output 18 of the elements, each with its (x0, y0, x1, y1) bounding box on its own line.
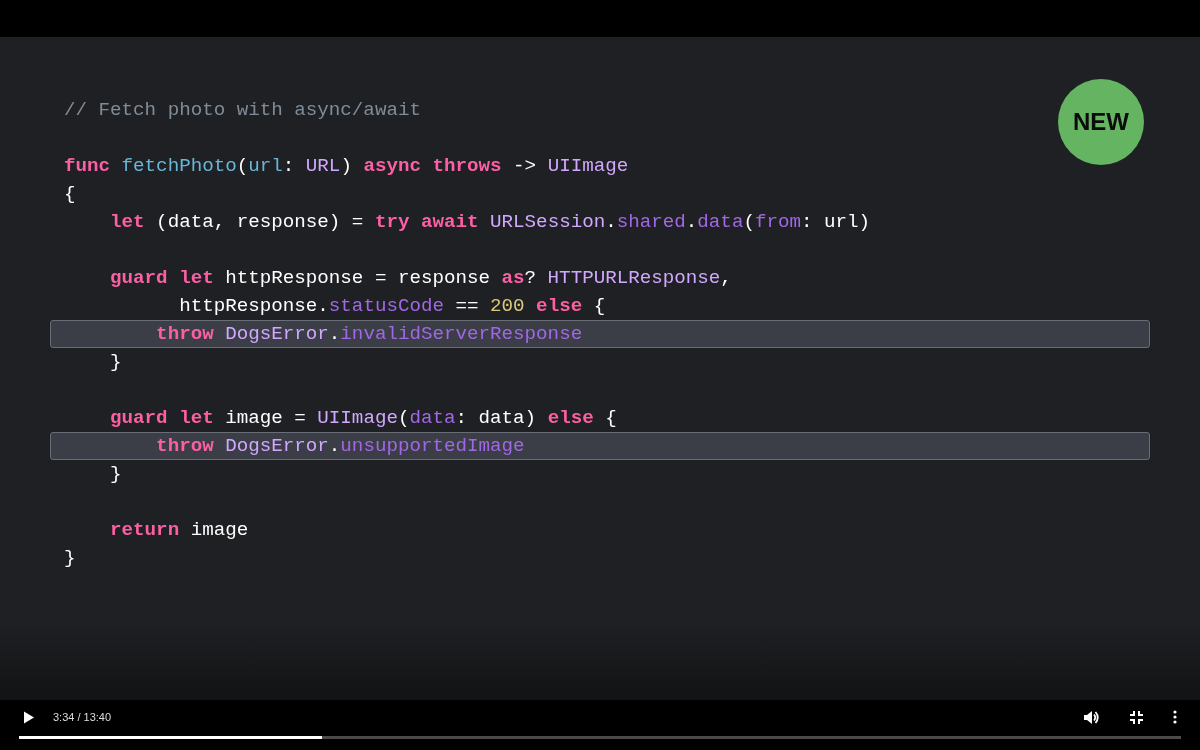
more-icon (1173, 710, 1177, 724)
speaker-icon (1083, 709, 1100, 725)
code-line: return image (109, 518, 250, 543)
code-line: } (109, 350, 123, 375)
code-line: } (109, 462, 123, 487)
code-line: guard let image = UIImage(data: data) else { (109, 406, 618, 431)
code-line: func fetchPhoto(url: URL) async throws -> UIImage (63, 154, 630, 179)
progress-bar[interactable] (19, 736, 1181, 739)
code-line: { (63, 182, 77, 207)
code-line: } (63, 546, 77, 571)
code-line: httpResponse.statusCode == 200 else { (178, 294, 607, 319)
play-icon (23, 710, 35, 724)
playback-time: 3:34 / 13:40 (53, 711, 112, 723)
code-line: // Fetch photo with async/await (63, 98, 422, 123)
code-line: guard let httpResponse = response as? HTTPURLResponse, (109, 266, 733, 291)
exit-fullscreen-icon (1130, 710, 1143, 724)
new-badge: NEW (1058, 79, 1144, 165)
code-line: let (data, response) = try await URLSession.shared.data(from: url) (109, 210, 872, 235)
